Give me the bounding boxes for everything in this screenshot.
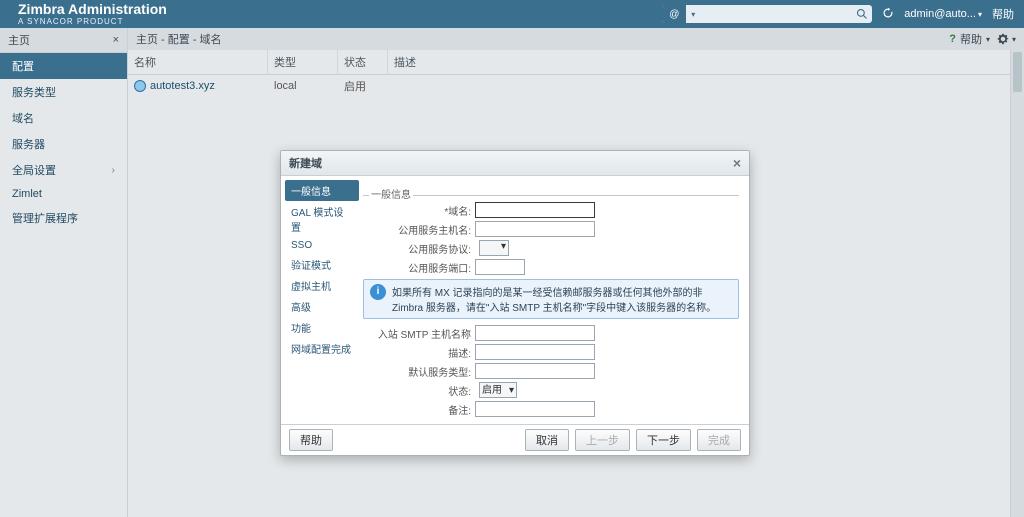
- info-icon: i: [370, 284, 386, 300]
- nav-tab-header: 主页 ×: [0, 28, 127, 53]
- nav-tab-close-icon[interactable]: ×: [113, 34, 119, 46]
- user-menu[interactable]: admin@auto...▾: [904, 8, 982, 20]
- public-port-input[interactable]: [475, 259, 525, 275]
- search-category[interactable]: @: [662, 5, 686, 23]
- breadcrumb: 主页 - 配置 - 域名: [136, 31, 222, 47]
- label-note: 备注:: [363, 402, 475, 417]
- col-name[interactable]: 名称: [128, 50, 268, 74]
- breadcrumb-bar: 主页 - 配置 - 域名 ? 帮助 ▾ ▾: [128, 28, 1024, 50]
- finish-button[interactable]: 完成: [697, 429, 741, 451]
- table-row[interactable]: autotest3.xyz local 启用: [128, 75, 1024, 97]
- sidebar-item-admin-extensions[interactable]: 管理扩展程序: [0, 205, 127, 231]
- toolbar-help[interactable]: ? 帮助 ▾: [949, 31, 990, 47]
- fieldset-general-label: 一般信息: [369, 186, 413, 201]
- cell-name: autotest3.xyz: [150, 80, 215, 92]
- prev-button[interactable]: 上一步: [575, 429, 630, 451]
- dlg-nav-general[interactable]: 一般信息: [285, 180, 359, 201]
- info-text: 如果所有 MX 记录指向的是某一经受信赖邮服务器或任何其他外部的非 Zimbra…: [392, 284, 732, 314]
- globe-icon: [134, 80, 146, 92]
- label-public-port: 公用服务端口:: [363, 260, 475, 275]
- chevron-down-icon: ▾: [978, 10, 982, 19]
- description-input[interactable]: [475, 344, 595, 360]
- dialog-help-button[interactable]: 帮助: [289, 429, 333, 451]
- next-button[interactable]: 下一步: [636, 429, 691, 451]
- dlg-nav-finish[interactable]: 网域配置完成: [285, 338, 359, 359]
- sidebar-item-servers[interactable]: 服务器: [0, 131, 127, 157]
- brand-title: Zimbra Administration: [18, 2, 167, 16]
- col-desc[interactable]: 描述: [388, 50, 1024, 74]
- domain-name-input[interactable]: [475, 202, 595, 218]
- top-header: Zimbra Administration A SYNACOR PRODUCT …: [0, 0, 1024, 28]
- dlg-nav-sso[interactable]: SSO: [285, 237, 359, 254]
- dialog-title: 新建域: [289, 155, 322, 171]
- dialog-form: 一般信息 *域名: 公用服务主机名: 公用服务协议: 公用服务端口: i 如果所…: [359, 176, 749, 424]
- chevron-right-icon: ›: [112, 165, 115, 176]
- label-status: 状态:: [363, 383, 475, 398]
- left-nav: 主页 × 配置 服务类型 域名 服务器 全局设置 › Zimlet 管理扩展程序: [0, 28, 128, 517]
- sidebar-item-domains[interactable]: 域名: [0, 105, 127, 131]
- dlg-nav-features[interactable]: 功能: [285, 317, 359, 338]
- nav-tab-title[interactable]: 主页: [8, 32, 30, 48]
- dialog-footer: 帮助 取消 上一步 下一步 完成: [281, 424, 749, 455]
- dlg-nav-vhost[interactable]: 虚拟主机: [285, 275, 359, 296]
- col-status[interactable]: 状态: [338, 50, 388, 74]
- inbound-smtp-input[interactable]: [475, 325, 595, 341]
- cell-type: local: [274, 80, 344, 92]
- public-proto-select[interactable]: [479, 240, 509, 256]
- status-select[interactable]: 启用: [479, 382, 517, 398]
- dialog-nav: 一般信息 GAL 模式设置 SSO 验证模式 虚拟主机 高级 功能 网域配置完成: [281, 176, 359, 424]
- search-category-dropdown[interactable]: ▾: [686, 10, 700, 19]
- table-header: 名称 类型 状态 描述: [128, 50, 1024, 75]
- label-public-proto: 公用服务协议:: [363, 241, 475, 256]
- gear-icon[interactable]: [996, 32, 1010, 46]
- refresh-icon[interactable]: [882, 7, 894, 22]
- col-type[interactable]: 类型: [268, 50, 338, 74]
- dlg-nav-advanced[interactable]: 高级: [285, 296, 359, 317]
- cancel-button[interactable]: 取消: [525, 429, 569, 451]
- header-help-link[interactable]: 帮助: [992, 6, 1014, 22]
- new-domain-dialog: 新建域 × 一般信息 GAL 模式设置 SSO 验证模式 虚拟主机 高级 功能 …: [280, 150, 750, 456]
- scrollbar-thumb[interactable]: [1013, 52, 1022, 92]
- info-box: i 如果所有 MX 记录指向的是某一经受信赖邮服务器或任何其他外部的非 Zimb…: [363, 279, 739, 319]
- label-inbound-smtp: 入站 SMTP 主机名称: [363, 326, 475, 341]
- dlg-nav-auth[interactable]: 验证模式: [285, 254, 359, 275]
- vertical-scrollbar[interactable]: [1010, 50, 1024, 517]
- label-description: 描述:: [363, 345, 475, 360]
- search-button[interactable]: [852, 8, 872, 20]
- dialog-close-icon[interactable]: ×: [733, 155, 741, 171]
- dialog-titlebar[interactable]: 新建域 ×: [281, 151, 749, 176]
- sidebar-item-global-settings[interactable]: 全局设置 ›: [0, 157, 127, 183]
- brand-subtitle: A SYNACOR PRODUCT: [18, 17, 167, 26]
- label-default-cos: 默认服务类型:: [363, 364, 475, 379]
- label-public-host: 公用服务主机名:: [363, 222, 475, 237]
- help-icon: ?: [949, 33, 956, 45]
- public-host-input[interactable]: [475, 221, 595, 237]
- default-cos-input[interactable]: [475, 363, 595, 379]
- chevron-down-icon: ▾: [986, 35, 990, 44]
- dlg-nav-gal[interactable]: GAL 模式设置: [285, 201, 359, 237]
- note-input[interactable]: [475, 401, 595, 417]
- sidebar-item-class-of-service[interactable]: 服务类型: [0, 79, 127, 105]
- cell-status: 启用: [344, 78, 394, 94]
- sidebar-item-config[interactable]: 配置: [0, 53, 127, 79]
- search-input[interactable]: [700, 5, 852, 23]
- brand: Zimbra Administration A SYNACOR PRODUCT: [18, 2, 167, 26]
- search-pill: @ ▾: [662, 5, 872, 23]
- chevron-down-icon[interactable]: ▾: [1012, 35, 1016, 44]
- sidebar-item-zimlet[interactable]: Zimlet: [0, 183, 127, 205]
- sidebar-item-label: 全局设置: [12, 162, 56, 178]
- label-domain-name: 域名:: [448, 207, 471, 218]
